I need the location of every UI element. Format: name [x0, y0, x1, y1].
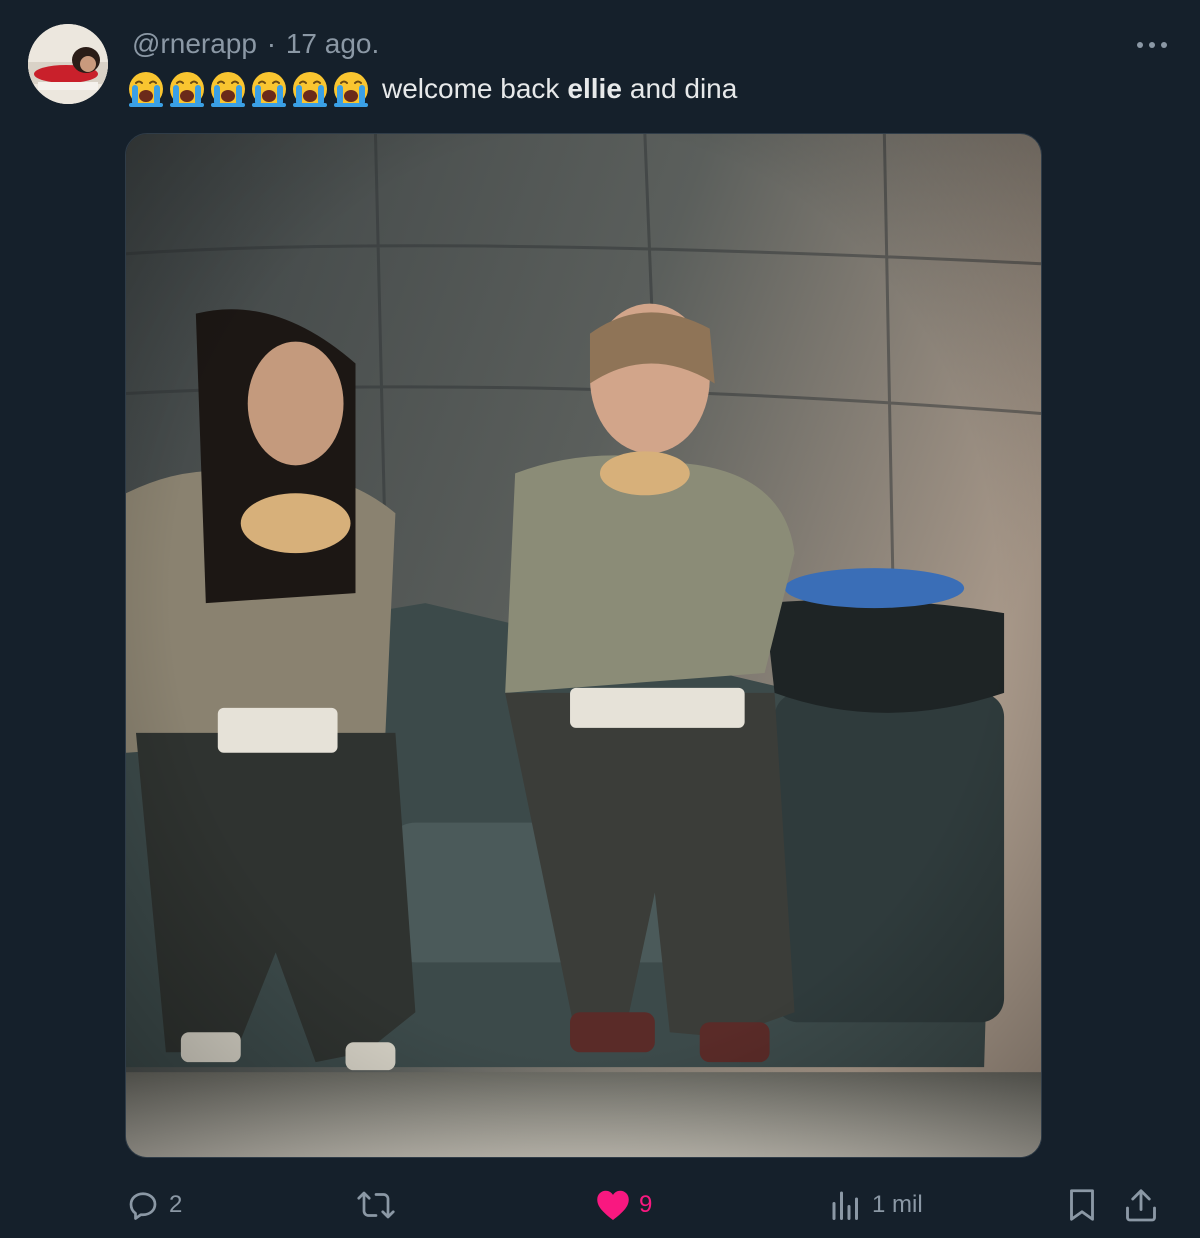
loudly-crying-face-icon — [293, 72, 327, 107]
tweet-text-start: welcome back — [382, 73, 560, 104]
bookmark-button[interactable] — [1066, 1180, 1098, 1230]
tweet-text-bold: ellie — [567, 73, 622, 104]
heart-filled-icon — [597, 1190, 629, 1220]
tweet: @rnerapp · 17 ago. welcome back ellie an… — [0, 0, 1200, 1238]
like-button[interactable]: 9 — [595, 1180, 652, 1230]
share-button[interactable] — [1124, 1180, 1158, 1230]
bookmark-icon — [1070, 1189, 1094, 1221]
timestamp[interactable]: 17 ago. — [286, 28, 379, 59]
views-chart-icon — [832, 1191, 858, 1220]
retweet-icon — [357, 1191, 395, 1219]
tweet-actions: 2 9 1 mil — [0, 1180, 1200, 1230]
tweet-text-end: and dina — [629, 73, 738, 104]
views-button[interactable]: 1 mil — [828, 1180, 923, 1230]
share-icon — [1126, 1189, 1156, 1222]
reply-count: 2 — [169, 1191, 183, 1218]
avatar[interactable] — [28, 24, 108, 104]
more-icon[interactable] — [1132, 30, 1172, 60]
retweet-button[interactable] — [356, 1180, 404, 1230]
loudly-crying-face-icon — [129, 72, 163, 107]
meta-separator: · — [266, 28, 277, 59]
views-count: 1 mil — [872, 1191, 923, 1218]
reply-button[interactable]: 2 — [125, 1180, 182, 1230]
tweet-photo[interactable] — [125, 133, 1042, 1158]
tweet-meta: @rnerapp · 17 ago. — [132, 28, 379, 60]
loudly-crying-face-icon — [211, 72, 245, 107]
loudly-crying-face-icon — [170, 72, 204, 107]
reply-icon — [129, 1192, 157, 1220]
emoji-group — [126, 69, 372, 109]
user-handle[interactable]: @rnerapp — [132, 28, 257, 59]
like-count: 9 — [639, 1191, 653, 1218]
tweet-text: welcome back ellie and dina — [126, 68, 737, 110]
loudly-crying-face-icon — [252, 72, 286, 107]
loudly-crying-face-icon — [334, 72, 368, 107]
